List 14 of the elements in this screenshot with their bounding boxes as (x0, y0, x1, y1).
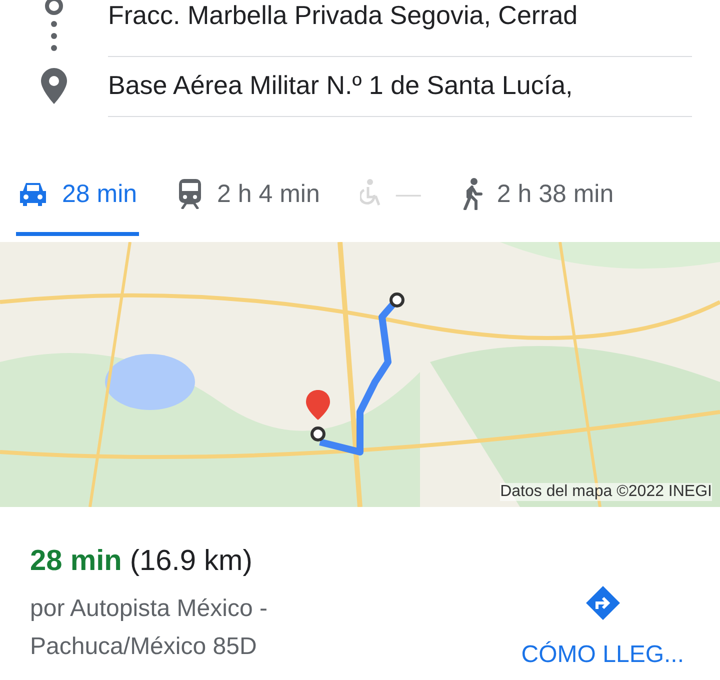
car-icon (18, 181, 48, 207)
destination-field[interactable]: Base Aérea Militar N.º 1 de Santa Lucía, (108, 70, 573, 101)
route-description: por Autopista México - Pachuca/México 85D (30, 594, 268, 662)
train-icon (177, 179, 204, 209)
travel-mode-tab[interactable]: 2 h 38 min (458, 174, 616, 236)
map-attribution: Datos del mapa ©2022 INEGI (500, 483, 712, 501)
directions-button[interactable]: CÓMO LLEG... (521, 641, 684, 669)
location-pin-icon (41, 68, 67, 104)
distance-text: (16.9 km) (130, 545, 252, 578)
travel-mode-tab[interactable]: 28 min (16, 174, 140, 236)
origin-field[interactable]: Fracc. Marbella Privada Segovia, Cerrad (108, 0, 578, 31)
duration-text: 28 min (30, 545, 122, 578)
travel-mode-tab[interactable]: 2 h 4 min (175, 174, 322, 236)
walking-person-icon (460, 178, 483, 210)
